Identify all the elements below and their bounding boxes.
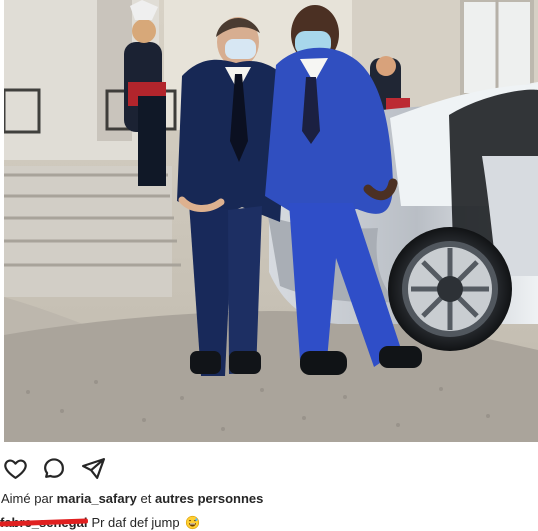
likes-prefix: Aimé par: [1, 491, 54, 506]
instagram-post: Aimé par maria_safary et autres personne…: [0, 0, 538, 531]
post-photo-image: [4, 0, 538, 442]
grinning-face-with-sweat-icon: [185, 515, 199, 530]
caption-username-link[interactable]: fabre_senegal: [0, 515, 87, 530]
share-button[interactable]: [78, 453, 108, 483]
post-caption: fabre_senegal Pr daf def jump: [0, 515, 200, 530]
caption-text: Pr daf def jump: [91, 515, 180, 530]
likes-summary: Aimé par maria_safary et autres personne…: [1, 491, 263, 506]
comment-icon: [43, 457, 64, 478]
other-people-link[interactable]: autres personnes: [155, 491, 263, 506]
post-photo[interactable]: [4, 0, 538, 442]
heart-icon: [3, 458, 27, 479]
comment-button[interactable]: [39, 453, 69, 483]
liked-by-user-link[interactable]: maria_safary: [57, 491, 137, 506]
like-button[interactable]: [0, 453, 30, 483]
post-actions: [0, 451, 108, 485]
send-icon: [81, 457, 105, 479]
likes-middle-text: et: [140, 491, 152, 506]
